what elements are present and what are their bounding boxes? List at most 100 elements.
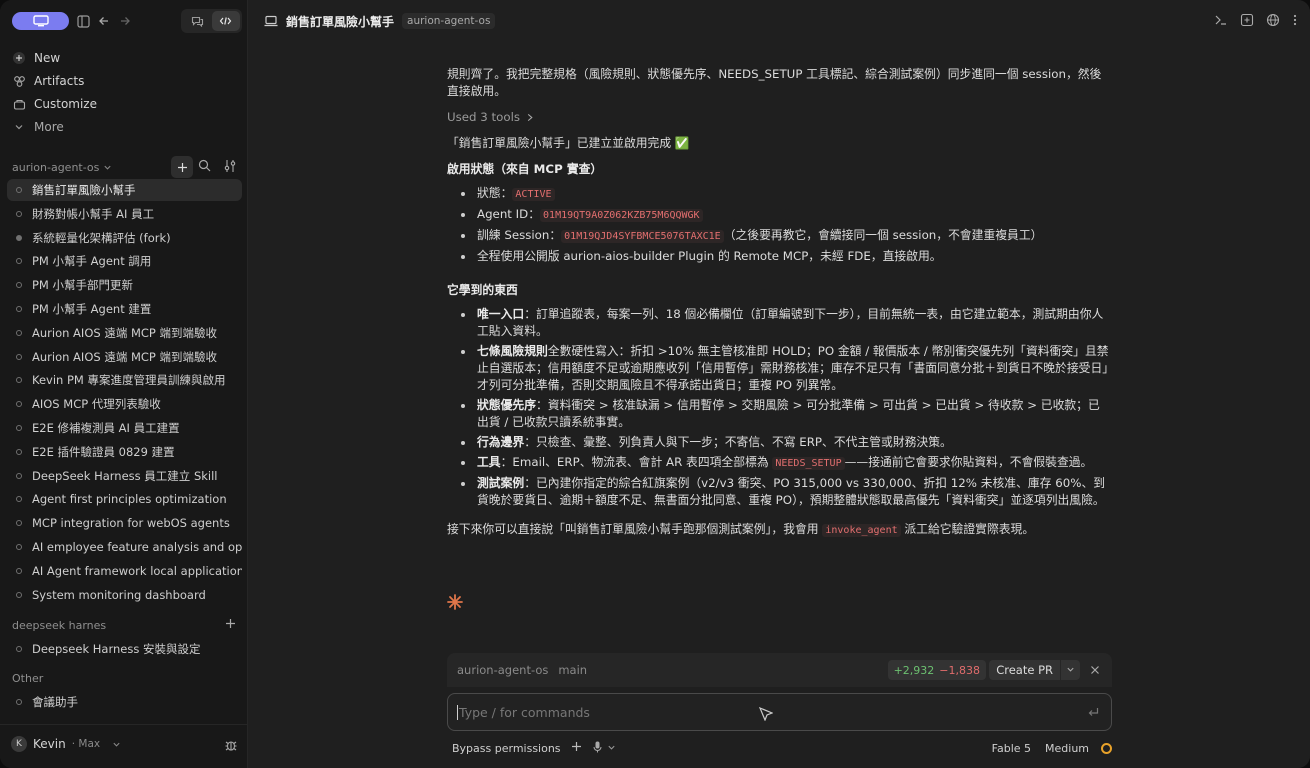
session-item[interactable]: 系統輕量化架構評估 (fork) bbox=[7, 227, 242, 249]
nav-new[interactable]: New bbox=[12, 48, 60, 68]
session-id-code: 01M19QJD4SYFBMCE5076TAXC1E bbox=[561, 230, 724, 243]
prompt-placeholder: Type / for commands bbox=[459, 704, 590, 720]
branch-name: main bbox=[558, 663, 588, 677]
sidebar-toggle-icon[interactable] bbox=[73, 11, 93, 31]
session-item[interactable]: AI Agent framework local application bbox=[7, 560, 242, 582]
close-icon[interactable] bbox=[1090, 664, 1100, 678]
item-label: 狀態： bbox=[477, 186, 513, 200]
session-item[interactable]: Aurion AIOS 遠端 MCP 端到端驗收 bbox=[7, 322, 242, 344]
session-item[interactable]: Kevin PM 專案進度管理員訓練與啟用 bbox=[7, 369, 242, 391]
chevron-down-icon[interactable] bbox=[607, 742, 616, 755]
terminal-icon[interactable] bbox=[1214, 13, 1228, 27]
page-title[interactable]: 銷售訂單風險小幫手 bbox=[286, 13, 394, 30]
project-badge: aurion-agent-os bbox=[402, 13, 496, 29]
session-item[interactable]: PM 小幫手 Agent 建置 bbox=[7, 298, 242, 320]
item-bold: 工具 bbox=[477, 455, 501, 469]
session-item[interactable]: DeepSeek Harness 員工建立 Skill bbox=[7, 465, 242, 487]
session-status-icon bbox=[16, 496, 22, 503]
session-title: Agent first principles optimization bbox=[32, 492, 227, 507]
session-title: PM 小幫手部門更新 bbox=[32, 278, 134, 293]
user-menu[interactable]: K Kevin · Max bbox=[11, 736, 121, 752]
filter-sliders-icon[interactable] bbox=[223, 159, 237, 176]
session-item[interactable]: 財務對帳小幫手 AI 員工 bbox=[7, 203, 242, 225]
user-plan: · Max bbox=[71, 738, 101, 750]
prompt-input[interactable]: Type / for commands bbox=[447, 693, 1112, 731]
session-item[interactable]: Aurion AIOS 遠端 MCP 端到端驗收 bbox=[7, 346, 242, 368]
microphone-icon[interactable] bbox=[593, 741, 602, 756]
session-status-icon bbox=[16, 353, 22, 360]
chevron-right-icon bbox=[527, 113, 533, 122]
learned-list: 唯一入口：訂單追蹤表，每案一列、18 個必備欄位（訂單編號到下一步），目前無統一… bbox=[447, 306, 1111, 509]
session-item[interactable]: AIOS MCP 代理列表驗收 bbox=[7, 393, 242, 415]
search-icon[interactable] bbox=[198, 159, 211, 175]
project-heading[interactable]: aurion-agent-os bbox=[12, 159, 112, 175]
message-intro: 規則齊了。我把完整規格（風險規則、狀態優先序、NEEDS_SETUP 工具標記、… bbox=[447, 67, 1102, 98]
forward-arrow-icon[interactable] bbox=[115, 11, 135, 31]
list-item: 工具：Email、ERP、物流表、會計 AR 表四項全部標為 NEEDS_SET… bbox=[447, 454, 1111, 472]
session-status-icon bbox=[16, 329, 22, 336]
invoke-agent-code: invoke_agent bbox=[822, 524, 901, 537]
list-item: 測試案例：已內建你指定的綜合紅旗案例（v2/v3 衝突、PO 315,000 v… bbox=[447, 475, 1111, 509]
composer-toolbar: Bypass permissions Fable 5 Medium bbox=[452, 740, 1112, 756]
group-heading-label: Other bbox=[12, 671, 44, 685]
session-item[interactable]: PM 小幫手 Agent 調用 bbox=[7, 250, 242, 272]
cursor-arrow-icon bbox=[758, 706, 774, 724]
session-title: 會議助手 bbox=[32, 695, 78, 709]
session-status-icon bbox=[16, 425, 22, 431]
artifacts-icon bbox=[12, 74, 26, 88]
item-label: Agent ID： bbox=[477, 207, 541, 221]
permissions-mode[interactable]: Bypass permissions bbox=[452, 742, 561, 755]
repo-name: aurion-agent-os bbox=[457, 663, 549, 677]
more-vertical-icon[interactable] bbox=[1292, 13, 1298, 27]
session-item[interactable]: 銷售訂單風險小幫手 bbox=[7, 179, 242, 201]
tools-used-toggle[interactable]: Used 3 tools bbox=[447, 109, 1111, 126]
nav-customize[interactable]: Customize bbox=[12, 94, 97, 114]
sidebar-toolbar bbox=[0, 0, 248, 42]
list-item: Agent ID： 01M19QT9A0Z062KZB75M6QQWGK bbox=[447, 206, 1111, 224]
add-session-icon[interactable] bbox=[225, 618, 236, 632]
workspace-pill[interactable] bbox=[12, 12, 69, 30]
status-code: ACTIVE bbox=[512, 188, 555, 201]
enter-icon[interactable] bbox=[1087, 706, 1099, 721]
session-status-icon bbox=[16, 520, 22, 527]
create-pr-button[interactable]: Create PR bbox=[989, 660, 1080, 680]
bug-icon[interactable] bbox=[224, 738, 238, 755]
new-session-button[interactable] bbox=[171, 156, 193, 178]
effort-selector[interactable]: Medium bbox=[1045, 742, 1089, 755]
session-item[interactable]: AI employee feature analysis and optim bbox=[7, 536, 242, 558]
context-usage-ring-icon[interactable] bbox=[1101, 742, 1112, 754]
chevron-down-icon bbox=[12, 120, 26, 134]
diff-stats[interactable]: +2,932 −1,838 bbox=[887, 660, 986, 680]
text-cursor bbox=[457, 704, 458, 720]
view-mode-toggle bbox=[181, 9, 242, 33]
session-item[interactable]: MCP integration for webOS agents bbox=[7, 512, 242, 534]
session-status-icon bbox=[16, 567, 22, 574]
session-item[interactable]: PM 小幫手部門更新 bbox=[7, 274, 242, 296]
session-status-icon bbox=[16, 306, 22, 312]
nav-artifacts[interactable]: Artifacts bbox=[12, 71, 84, 91]
session-status-icon bbox=[16, 377, 22, 384]
list-item: 狀態優先序：資料衝突 > 核准缺漏 > 信用暫停 > 交期風險 > 可分批準備 … bbox=[447, 397, 1111, 431]
laptop-icon bbox=[264, 15, 278, 27]
session-status-icon bbox=[16, 401, 22, 408]
session-item[interactable]: Agent first principles optimization bbox=[7, 488, 242, 510]
session-title: AI Agent framework local application bbox=[32, 563, 242, 578]
needs-setup-code: NEEDS_SETUP bbox=[772, 457, 845, 470]
session-item[interactable]: E2E 插件驗證員 0829 建置 bbox=[7, 441, 242, 463]
chat-bubbles-icon bbox=[191, 16, 203, 27]
session-item[interactable]: 會議助手 bbox=[7, 691, 242, 713]
nav-more[interactable]: More bbox=[12, 117, 64, 137]
globe-icon[interactable] bbox=[1266, 13, 1280, 27]
chevron-down-icon[interactable] bbox=[1061, 663, 1080, 677]
chat-mode-button[interactable] bbox=[183, 11, 212, 31]
session-item[interactable]: E2E 修補複測員 AI 員工建置 bbox=[7, 417, 242, 439]
plus-icon[interactable] bbox=[571, 741, 582, 755]
model-selector[interactable]: Fable 5 bbox=[992, 742, 1031, 755]
back-arrow-icon[interactable] bbox=[94, 11, 114, 31]
add-panel-icon[interactable] bbox=[1240, 13, 1254, 27]
session-item[interactable]: Deepseek Harness 安裝與設定 bbox=[7, 638, 242, 660]
code-mode-button[interactable] bbox=[211, 11, 240, 31]
session-item[interactable]: System monitoring dashboard bbox=[7, 584, 242, 606]
item-text: ：資料衝突 > 核准缺漏 > 信用暫停 > 交期風險 > 可分批準備 > 可出貨… bbox=[477, 398, 1100, 429]
group-heading-deepseek: deepseek harnes bbox=[12, 617, 106, 633]
